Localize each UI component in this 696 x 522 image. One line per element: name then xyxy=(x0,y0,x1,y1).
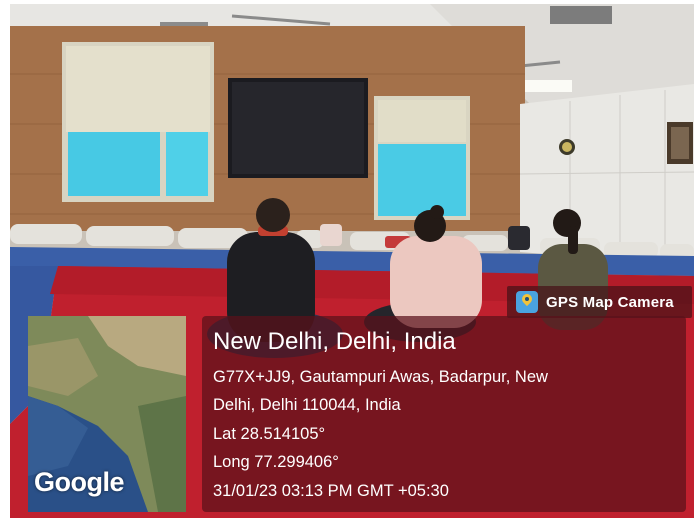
address-line-2: Delhi, Delhi 110044, India xyxy=(213,396,401,414)
photo-frame: Google GPS Map Camera New Delhi, Delhi, … xyxy=(0,0,696,522)
gps-app-icon xyxy=(516,291,538,313)
geotagged-photo: Google GPS Map Camera New Delhi, Delhi, … xyxy=(10,4,694,518)
map-thumbnail: Google xyxy=(28,316,186,512)
address-line-1: G77X+JJ9, Gautampuri Awas, Badarpur, New xyxy=(213,368,548,386)
datetime-text: 31/01/23 03:13 PM GMT +05:30 xyxy=(213,482,449,500)
gps-app-name: GPS Map Camera xyxy=(546,293,674,311)
floor-bag xyxy=(320,224,342,246)
location-title: New Delhi, Delhi, India xyxy=(213,328,456,355)
floor-bag xyxy=(508,226,530,250)
map-brand-label: Google xyxy=(34,467,125,497)
longitude-text: Long 77.299406° xyxy=(213,453,339,471)
latitude-text: Lat 28.514105° xyxy=(213,425,326,443)
gps-app-tag: GPS Map Camera xyxy=(507,286,692,318)
location-info-panel: New Delhi, Delhi, India G77X+JJ9, Gautam… xyxy=(202,316,686,512)
ceiling-vent xyxy=(550,6,612,24)
